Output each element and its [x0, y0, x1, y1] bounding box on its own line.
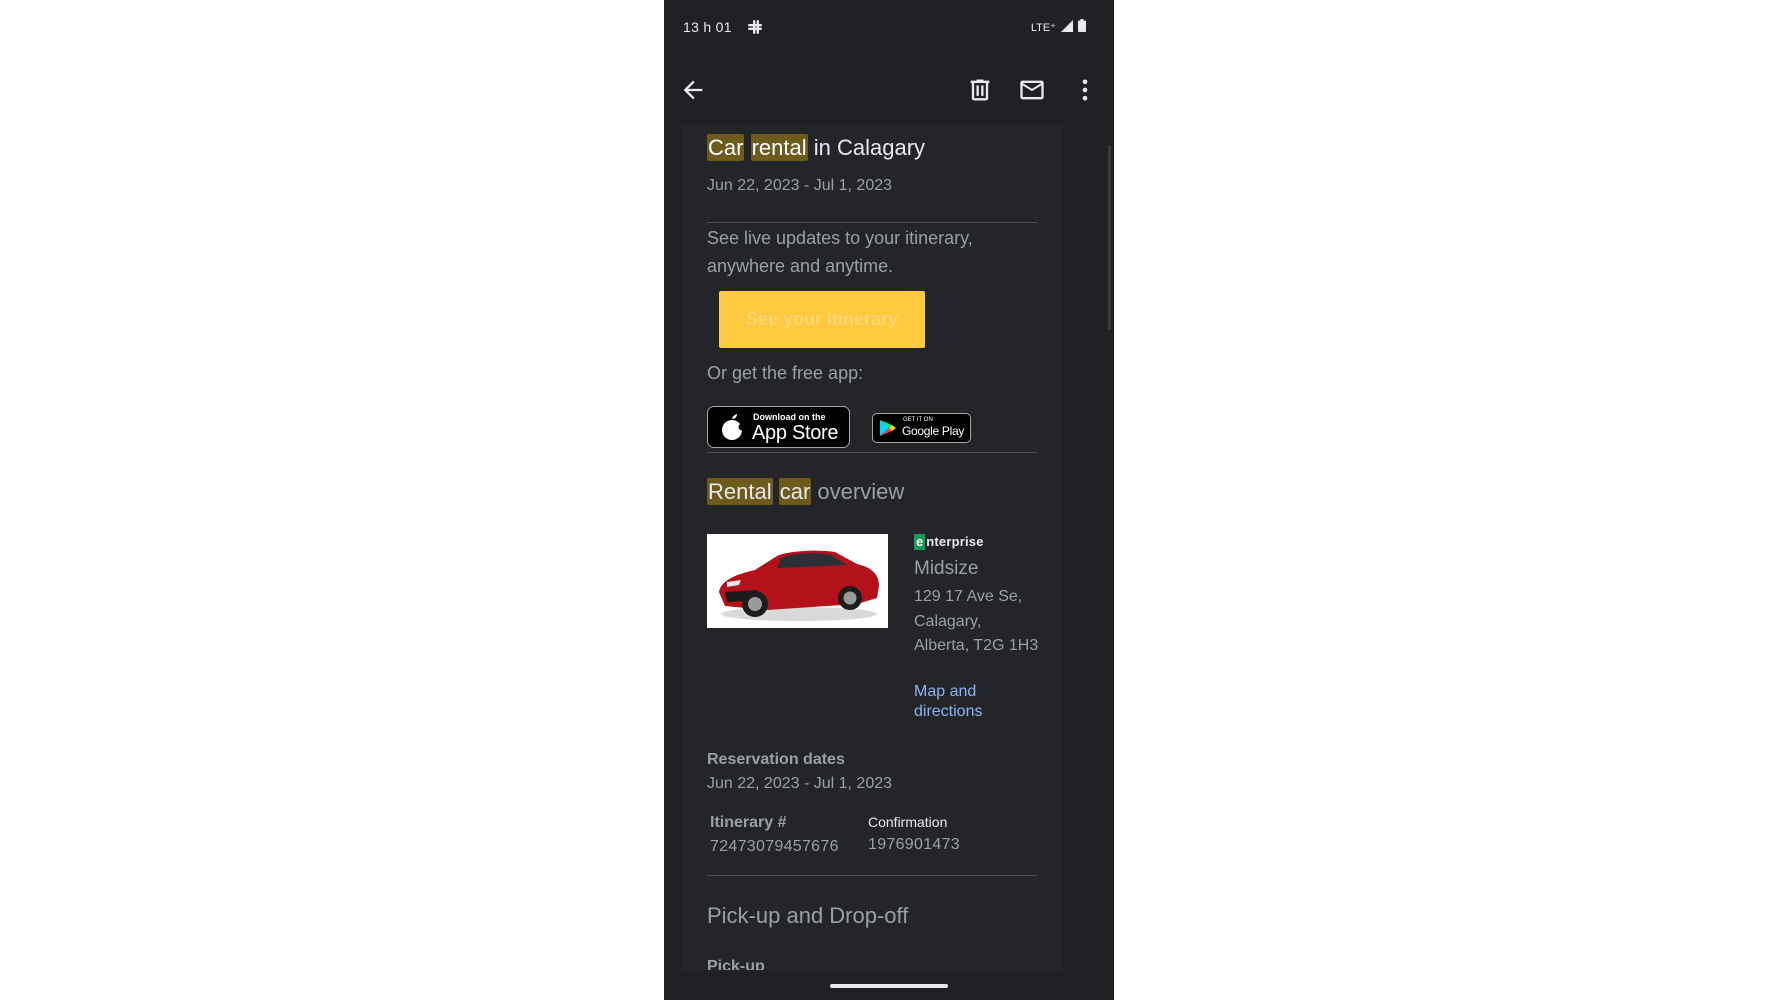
search-highlight: car [778, 478, 812, 505]
free-app-text: Or get the free app: [707, 363, 864, 383]
map-directions-link[interactable]: Map and directions [914, 682, 1024, 722]
network-type: LTE⁺ [1030, 21, 1056, 34]
see-itinerary-button[interactable]: See your itinerary [719, 291, 925, 348]
rental-overview-title: Rental car overview [707, 478, 905, 505]
search-highlight: rental [750, 134, 808, 161]
google-play-icon [879, 419, 897, 442]
scrollbar-thumb[interactable] [1108, 145, 1111, 330]
email-title: Car rental in Calagary [707, 134, 926, 161]
slack-notification-icon [747, 19, 763, 35]
reservation-dates-label: Reservation dates [707, 751, 845, 768]
divider [707, 875, 1037, 876]
app-store-badge[interactable]: Download on the App Store [707, 406, 850, 448]
reservation-dates-value: Jun 22, 2023 - Jul 1, 2023 [707, 775, 893, 792]
email-body[interactable]: Car rental in Calagary Jun 22, 2023 - Ju… [682, 125, 1062, 970]
app-store-small-text: Download on the [753, 412, 826, 422]
itinerary-number-label: Itinerary # [710, 814, 787, 831]
confirmation-value: 1976901473 [868, 836, 960, 853]
status-time: 13 h 01 [683, 19, 732, 35]
google-play-big-text: Google Play [902, 424, 965, 438]
mail-icon[interactable] [1018, 76, 1046, 104]
google-play-small-text: GET IT ON [903, 417, 933, 423]
search-highlight: Car [707, 134, 745, 161]
search-highlight: Rental [707, 478, 773, 505]
back-arrow-icon[interactable] [679, 76, 707, 104]
divider [707, 452, 1037, 453]
car-class: Midsize [914, 558, 979, 579]
car-image [707, 534, 888, 628]
phone-screen: 13 h 01 LTE⁺ Car rental in Calagary Jun … [664, 0, 1114, 1000]
confirmation-label: Confirmation [868, 814, 948, 830]
app-store-big-text: App Store [752, 422, 839, 444]
status-bar: 13 h 01 LTE⁺ [664, 0, 1114, 56]
itinerary-number-value: 72473079457676 [710, 838, 839, 855]
enterprise-logo: e nterprise [914, 534, 984, 550]
signal-icon [1061, 19, 1073, 35]
apple-logo-icon [721, 414, 746, 445]
gesture-nav-handle[interactable] [830, 984, 948, 988]
overview-rest: overview [817, 479, 905, 504]
live-updates-text: See live updates to your itinerary, anyw… [707, 228, 973, 276]
divider [707, 222, 1037, 223]
battery-icon [1078, 19, 1086, 35]
pickup-label: Pick-up [707, 958, 765, 970]
pickup-dropoff-title: Pick-up and Drop-off [707, 903, 909, 928]
rental-address: 129 17 Ave Se, Calagary, Alberta, T2G 1H… [914, 588, 1039, 654]
trash-icon[interactable] [966, 76, 994, 104]
email-toolbar [664, 62, 1114, 118]
more-vert-icon[interactable] [1071, 76, 1099, 104]
google-play-badge[interactable]: GET IT ON Google Play [872, 413, 971, 443]
title-rest: in Calagary [813, 135, 926, 160]
trip-dates: Jun 22, 2023 - Jul 1, 2023 [707, 177, 893, 194]
